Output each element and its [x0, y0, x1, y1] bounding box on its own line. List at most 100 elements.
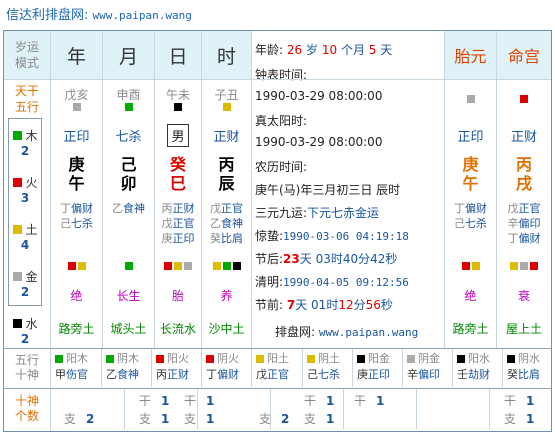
age-months: 10	[321, 43, 338, 57]
solar-label: 真太阳时:	[255, 114, 308, 128]
bottom-wuxing-row: 阴金	[407, 351, 452, 367]
hidden-stem-shishen: 食神	[123, 202, 145, 215]
shishen-count-cell	[416, 389, 489, 429]
bottom-shishen-row: 乙食神	[106, 367, 151, 383]
count-gan-label: 干	[304, 394, 317, 408]
count-zhi-value: 1	[161, 412, 170, 426]
bottom-gan-cell: 阳火 丙正财	[151, 349, 201, 387]
wuxing-label: 水	[25, 317, 38, 331]
pillar-top-cell: 子丑	[202, 81, 251, 117]
hidden-stem-gan: 辛	[507, 217, 519, 230]
hidden-stem-gan: 己	[60, 217, 71, 230]
site-link[interactable]: www.paipan.wang	[319, 326, 418, 339]
bottom-wuxing-name: 阳火	[167, 352, 189, 365]
nayin: 长流水	[159, 321, 196, 336]
hidden-stems-list: 丙正财 戊正官 庚正印	[162, 201, 195, 246]
bazi-page: 信达利排盘网: www.paipan.wang 岁运 模式 年 月 日 时 胎元…	[0, 0, 555, 437]
site-title-url[interactable]: www.paipan.wang	[93, 9, 192, 22]
pillar-top-cell: 申酉	[103, 81, 154, 117]
grid-line	[251, 31, 252, 348]
five-element-square	[471, 262, 480, 270]
taiyuan-header: 胎元	[445, 31, 496, 79]
solar-time: 1990-03-29 08:00:00	[255, 135, 383, 149]
changsheng-state: 胎	[171, 288, 184, 303]
sanyuan-value: 下元七赤金运	[307, 206, 380, 220]
five-element-square	[222, 262, 231, 270]
hidden-stems: 丁偏财 己七杀	[51, 199, 102, 251]
five-element-square	[106, 355, 114, 363]
hidden-stem-gan: 庚	[161, 232, 173, 245]
jieqian-minutes: 56	[365, 298, 381, 312]
bottom-gan-char: 乙	[106, 368, 117, 381]
count-gan-row: 干1	[304, 392, 334, 409]
zhi-element-row	[445, 255, 496, 277]
five-element-square	[13, 131, 23, 140]
hidden-stem-shishen: 七杀	[71, 217, 93, 230]
hidden-stem-shishen: 偏财	[465, 202, 487, 215]
count-gan-value: 1	[526, 394, 535, 408]
gender-button: 男	[167, 123, 189, 147]
tiangan-char: 庚	[68, 155, 85, 174]
bottom-gan-char: 甲	[55, 368, 66, 381]
wuxing-label: 土	[25, 223, 38, 237]
wuxing-item-4: 水2	[9, 307, 41, 354]
lunar-label: 农历时间:	[255, 160, 308, 174]
five-element-square	[357, 355, 365, 363]
bottom-shishen-row: 癸比肩	[507, 367, 552, 383]
shishen-count-label: 十神 个数	[14, 394, 39, 423]
tiangan-char: 丙	[218, 155, 235, 174]
count-zhi-value: 2	[86, 412, 95, 426]
bottom-wuxing-row: 阴木	[106, 351, 151, 367]
hidden-stem-gan: 丁	[507, 232, 519, 245]
count-zhi-label: 支	[259, 412, 272, 426]
grid-line	[50, 31, 51, 431]
count-gan-row: 干1	[184, 392, 214, 409]
pillar-ganzhi: 丙戌	[497, 151, 551, 197]
five-element-square	[461, 262, 470, 270]
zhi-element-row	[103, 255, 154, 277]
count-zhi-label: 支	[304, 412, 317, 426]
shishen-text: 正财	[510, 129, 537, 145]
dizhi-char: 卯	[120, 174, 137, 193]
hidden-stems-list: 戊正官 乙食神 癸比肩	[210, 201, 243, 246]
bottom-wuxing-row: 阳金	[357, 351, 402, 367]
bottom-wuxing-row: 阴火	[206, 351, 251, 367]
pillar-month-header: 月	[103, 31, 154, 79]
pillar-shishen: 七杀	[103, 121, 154, 149]
qingming-line: 清明:1990-04-05 09:12:56	[255, 273, 409, 290]
jiehou-days: 23	[283, 252, 300, 266]
age-sui: 岁	[305, 43, 318, 57]
count-gan-label: 干	[354, 394, 367, 408]
nayin: 屋上土	[505, 321, 542, 336]
hidden-stem-shishen: 食神	[221, 217, 243, 230]
hidden-stem-shishen: 偏印	[518, 217, 541, 230]
wuxing-item-3: 金2	[9, 260, 41, 307]
bottom-shishen-name: 比肩	[518, 368, 540, 381]
count-gan-row: 干1	[139, 392, 169, 409]
bottom-gan-cell: 阳金 庚正印	[352, 349, 402, 387]
grid-line	[4, 348, 551, 349]
five-element-square	[407, 355, 415, 363]
zhi-element-squares	[509, 262, 539, 270]
hidden-stem-row: 戊正官	[508, 201, 541, 216]
wuxing-count: 3	[20, 191, 30, 205]
zhi-element-row	[202, 255, 251, 277]
nayin: 沙中土	[208, 321, 245, 336]
clock-time: 1990-03-29 08:00:00	[255, 89, 383, 103]
site-title-label: 信达利排盘网:	[6, 8, 89, 23]
pillar-shishen[interactable]: 男	[155, 121, 201, 149]
tiangan-char: 己	[120, 155, 137, 174]
nayin: 路旁土	[58, 321, 95, 336]
wuxing-label: 木	[25, 129, 38, 143]
suiyun-mode-cell[interactable]: 岁运 模式	[4, 31, 50, 79]
grid-line	[496, 31, 497, 348]
hidden-stem-shishen: 七杀	[465, 217, 487, 230]
bottom-wuxing-name: 阴土	[318, 352, 340, 365]
wuxing-label: 火	[25, 176, 38, 190]
hidden-stem-gan: 戊	[507, 202, 519, 215]
bottom-gan-char: 丁	[206, 368, 217, 381]
count-gan-value: 1	[161, 394, 170, 408]
pillar-ganzhi: 庚午	[51, 151, 102, 197]
hidden-stems: 戊正官 乙食神 癸比肩	[202, 199, 251, 251]
bottom-shishen-row: 壬劫财	[457, 367, 502, 383]
